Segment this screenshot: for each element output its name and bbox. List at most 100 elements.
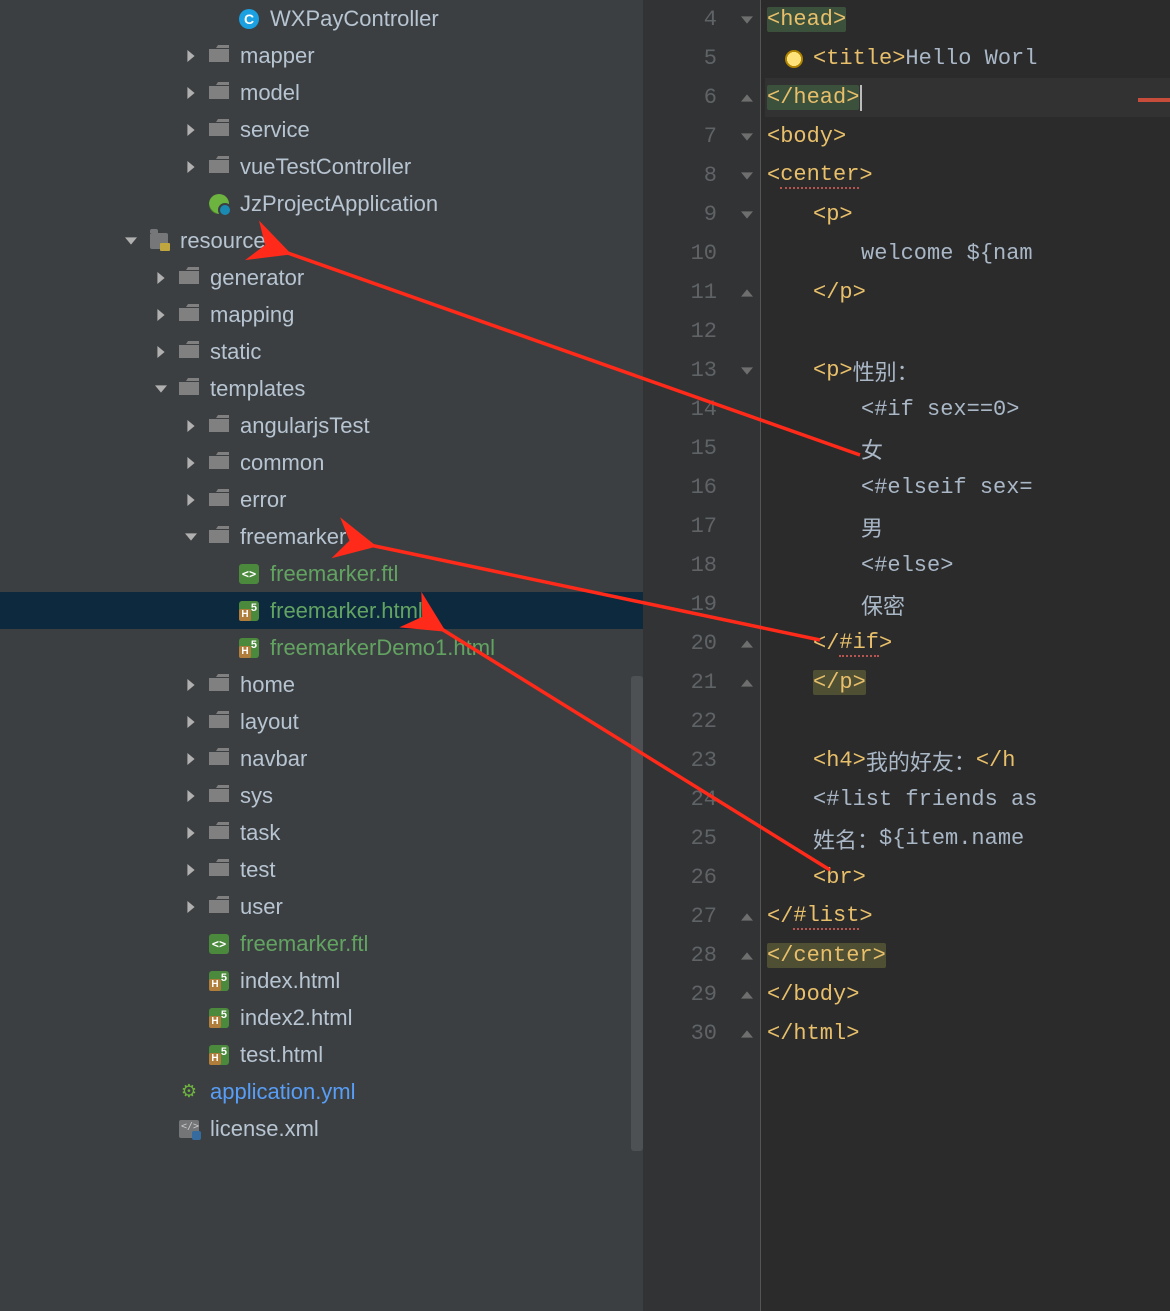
code-line[interactable]: <br>	[765, 858, 1170, 897]
tree-row[interactable]: JzProjectApplication	[0, 185, 643, 222]
chevron-right-icon[interactable]	[180, 82, 202, 104]
fold-close-icon[interactable]	[739, 948, 755, 964]
tree-row[interactable]: navbar	[0, 740, 643, 777]
code-line[interactable]: <p>	[765, 195, 1170, 234]
fold-open-icon[interactable]	[739, 12, 755, 28]
code-line[interactable]: <#if sex==0>	[765, 390, 1170, 429]
code-line[interactable]: </#if>	[765, 624, 1170, 663]
fold-close-icon[interactable]	[739, 636, 755, 652]
tree-row[interactable]: ⚙application.yml	[0, 1073, 643, 1110]
tree-row[interactable]: license.xml	[0, 1110, 643, 1147]
chevron-right-icon[interactable]	[180, 119, 202, 141]
tree-row[interactable]: home	[0, 666, 643, 703]
code-line[interactable]: 姓名：${item.name	[765, 819, 1170, 858]
fold-close-icon[interactable]	[739, 285, 755, 301]
chevron-right-icon[interactable]	[180, 896, 202, 918]
tree-row[interactable]: user	[0, 888, 643, 925]
code-line[interactable]: <#else>	[765, 546, 1170, 585]
code-line[interactable]: <body>	[765, 117, 1170, 156]
tree-row[interactable]: sys	[0, 777, 643, 814]
code-line[interactable]: <title>Hello Worl	[765, 39, 1170, 78]
tree-row[interactable]: common	[0, 444, 643, 481]
fold-column[interactable]	[735, 0, 761, 1311]
code-line[interactable]	[765, 312, 1170, 351]
tree-row[interactable]: test.html	[0, 1036, 643, 1073]
code-line[interactable]: welcome ${nam	[765, 234, 1170, 273]
code-line[interactable]: </html>	[765, 1014, 1170, 1053]
chevron-right-icon[interactable]	[150, 304, 172, 326]
fold-close-icon[interactable]	[739, 987, 755, 1003]
chevron-right-icon[interactable]	[180, 674, 202, 696]
tree-item-label: test.html	[240, 1042, 323, 1068]
chevron-right-icon[interactable]	[180, 785, 202, 807]
code-editor[interactable]: 4567891011121314151617181920212223242526…	[643, 0, 1170, 1311]
chevron-right-icon[interactable]	[180, 711, 202, 733]
chevron-right-icon[interactable]	[180, 156, 202, 178]
tree-row[interactable]: resources	[0, 222, 643, 259]
chevron-right-icon[interactable]	[180, 415, 202, 437]
code-line[interactable]: 保密	[765, 585, 1170, 624]
code-line[interactable]: 男	[765, 507, 1170, 546]
tree-row[interactable]: index.html	[0, 962, 643, 999]
fold-close-icon[interactable]	[739, 90, 755, 106]
code-line[interactable]: </center>	[765, 936, 1170, 975]
chevron-down-icon[interactable]	[150, 378, 172, 400]
tree-row[interactable]: layout	[0, 703, 643, 740]
tree-row[interactable]: templates	[0, 370, 643, 407]
chevron-right-icon[interactable]	[180, 822, 202, 844]
tree-row[interactable]: generator	[0, 259, 643, 296]
tree-row[interactable]: freemarker.ftl	[0, 925, 643, 962]
code-line[interactable]: </p>	[765, 273, 1170, 312]
tree-row[interactable]: freemarker.html	[0, 592, 643, 629]
tree-row[interactable]: index2.html	[0, 999, 643, 1036]
chevron-right-icon[interactable]	[180, 748, 202, 770]
code-line[interactable]: <p>性别：	[765, 351, 1170, 390]
chevron-right-icon[interactable]	[180, 452, 202, 474]
code-line[interactable]: </p>	[765, 663, 1170, 702]
tree-row[interactable]: service	[0, 111, 643, 148]
code-line-current[interactable]: </head>	[765, 78, 1170, 117]
error-marker[interactable]	[1138, 98, 1170, 102]
tree-scrollbar-thumb[interactable]	[631, 676, 643, 1151]
code-line[interactable]: </body>	[765, 975, 1170, 1014]
tree-row[interactable]: angularjsTest	[0, 407, 643, 444]
tree-row[interactable]: vueTestController	[0, 148, 643, 185]
fold-close-icon[interactable]	[739, 1026, 755, 1042]
project-tree[interactable]: CWXPayControllermappermodelservicevueTes…	[0, 0, 643, 1311]
html-icon	[208, 1044, 230, 1066]
fold-close-icon[interactable]	[739, 909, 755, 925]
fold-open-icon[interactable]	[739, 168, 755, 184]
tree-row[interactable]: freemarker.ftl	[0, 555, 643, 592]
fold-open-icon[interactable]	[739, 207, 755, 223]
fold-open-icon[interactable]	[739, 363, 755, 379]
tree-row[interactable]: mapping	[0, 296, 643, 333]
chevron-right-icon[interactable]	[180, 859, 202, 881]
code-area[interactable]: <head> <title>Hello Worl </head> <body> …	[761, 0, 1170, 1311]
chevron-right-icon[interactable]	[180, 489, 202, 511]
code-line[interactable]: <h4>我的好友：</h	[765, 741, 1170, 780]
tree-row[interactable]: task	[0, 814, 643, 851]
tree-row[interactable]: test	[0, 851, 643, 888]
chevron-right-icon[interactable]	[180, 45, 202, 67]
code-line[interactable]: <#elseif sex=	[765, 468, 1170, 507]
code-line[interactable]: 女	[765, 429, 1170, 468]
tree-row[interactable]: freemarkerDemo1.html	[0, 629, 643, 666]
code-line[interactable]: <center>	[765, 156, 1170, 195]
chevron-down-icon[interactable]	[180, 526, 202, 548]
code-line[interactable]	[765, 702, 1170, 741]
chevron-right-icon[interactable]	[150, 341, 172, 363]
tree-row[interactable]: error	[0, 481, 643, 518]
tree-row[interactable]: model	[0, 74, 643, 111]
tree-row[interactable]: mapper	[0, 37, 643, 74]
bulb-icon[interactable]	[785, 50, 803, 68]
tree-row[interactable]: freemarker	[0, 518, 643, 555]
fold-close-icon[interactable]	[739, 675, 755, 691]
chevron-down-icon[interactable]	[120, 230, 142, 252]
fold-open-icon[interactable]	[739, 129, 755, 145]
code-line[interactable]: </#list>	[765, 897, 1170, 936]
chevron-right-icon[interactable]	[150, 267, 172, 289]
code-line[interactable]: <#list friends as	[765, 780, 1170, 819]
tree-row[interactable]: static	[0, 333, 643, 370]
tree-row[interactable]: CWXPayController	[0, 0, 643, 37]
code-line[interactable]: <head>	[765, 0, 1170, 39]
